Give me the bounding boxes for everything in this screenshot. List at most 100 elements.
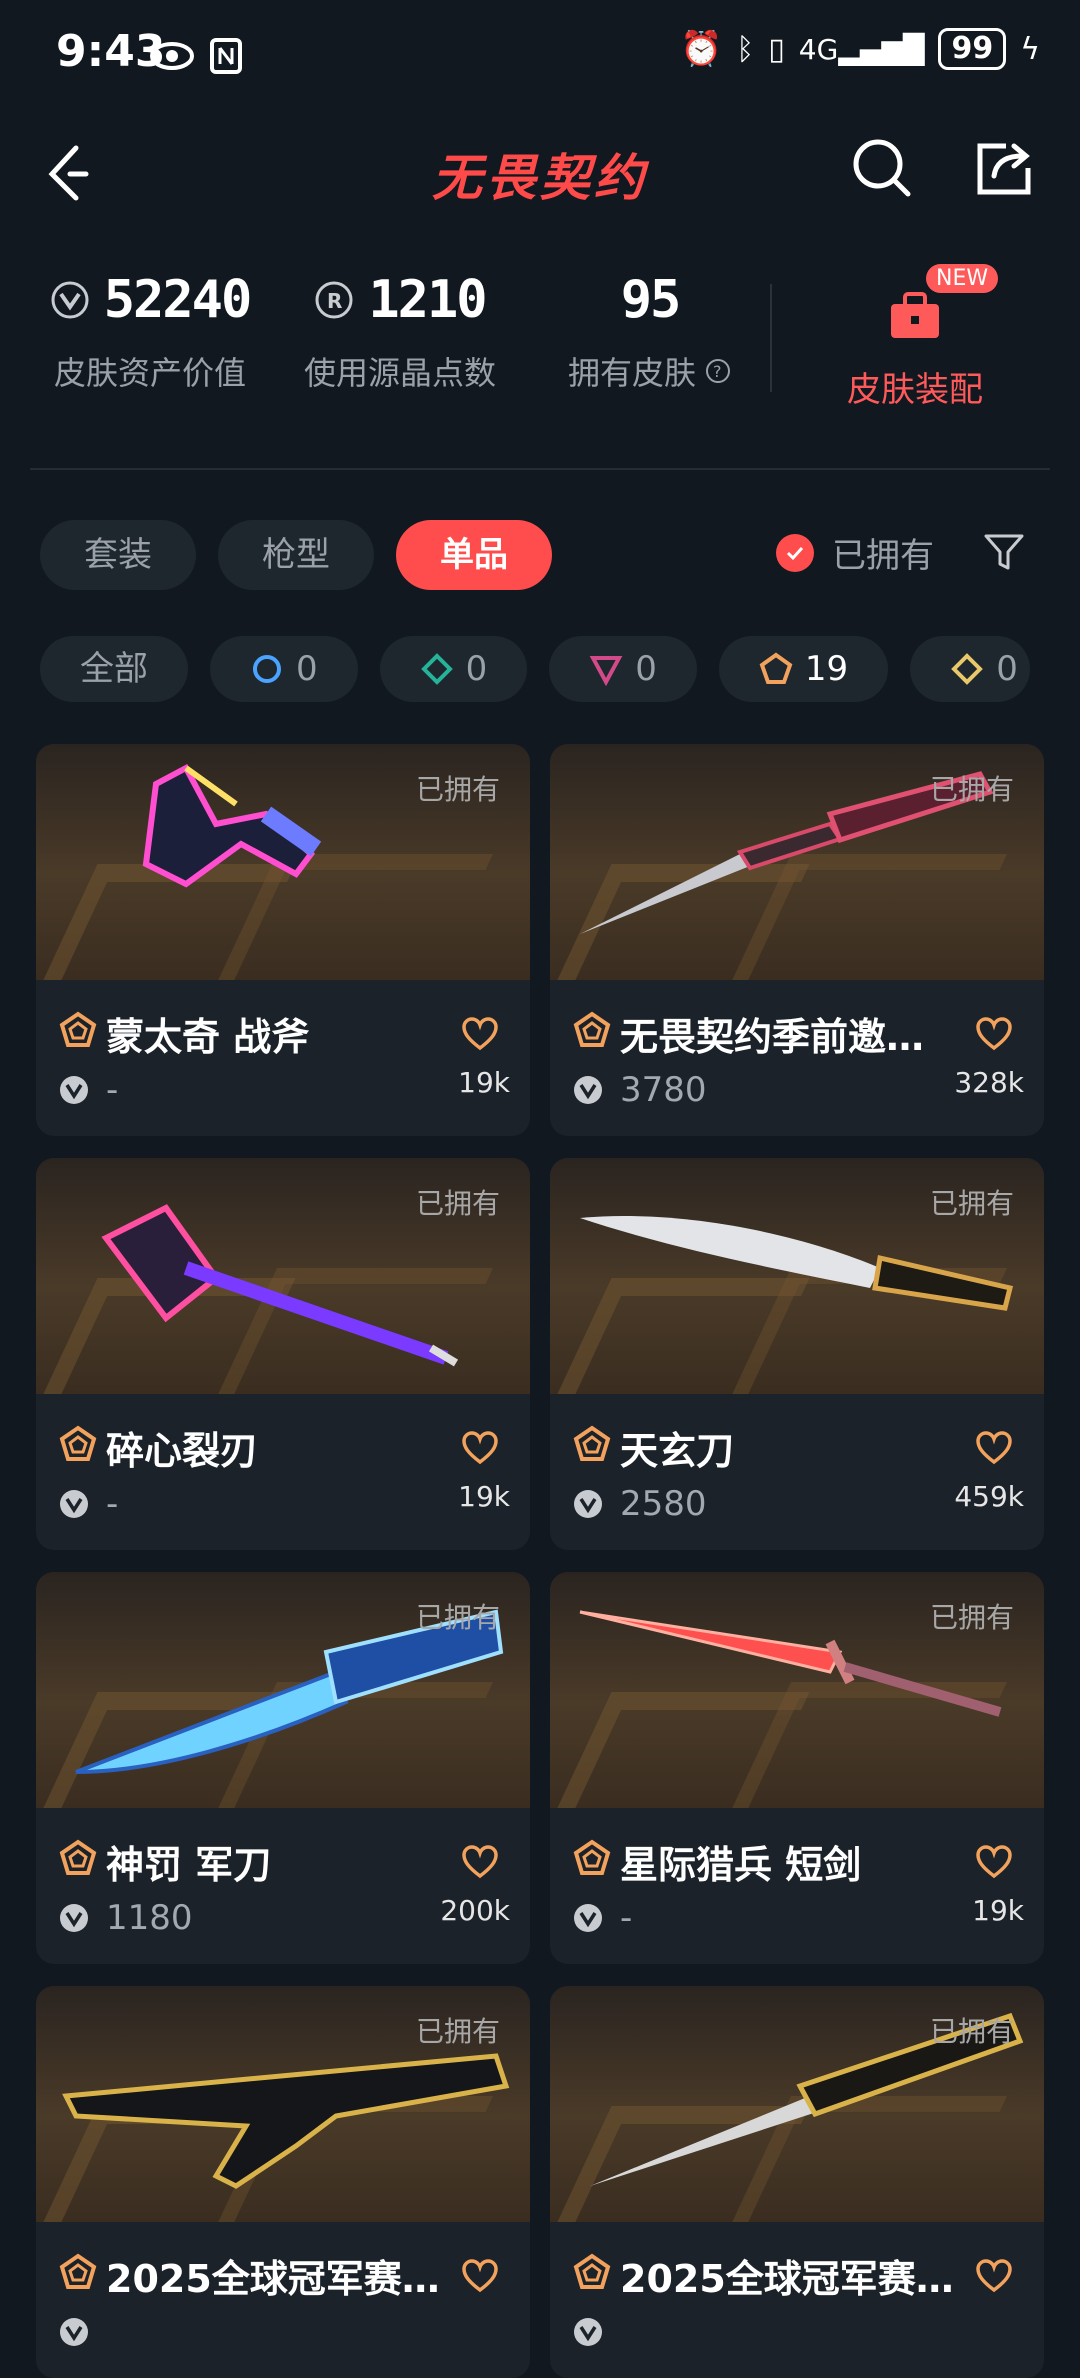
heart-icon[interactable]: [974, 2256, 1014, 2296]
exclusive-tier-icon: [59, 2253, 97, 2289]
owned-tag: 已拥有: [415, 1601, 500, 1634]
svg-text:?: ?: [713, 362, 722, 381]
stat-label: 拥有皮肤: [567, 354, 696, 392]
skin-name: 2025全球冠军赛 蝴蝶刀: [620, 2257, 960, 2301]
skin-image: 已拥有: [36, 1572, 530, 1808]
stat-value: 1210: [368, 270, 487, 330]
skin-card[interactable]: 已拥有 星际猎兵 短剑 - 19k: [550, 1572, 1044, 1964]
chip-ultra-tier[interactable]: 0: [910, 636, 1031, 702]
owned-tag: 已拥有: [415, 1187, 500, 1220]
toolbox-icon: [891, 292, 939, 338]
skin-name: 神罚 军刀: [106, 1843, 272, 1887]
battery-indicator: 99: [938, 28, 1007, 70]
heart-icon[interactable]: [974, 1842, 1014, 1882]
skin-name: 碎心裂刃: [106, 1429, 259, 1473]
chip-exclusive-tier[interactable]: 19: [718, 636, 889, 702]
skin-likes: 19k: [972, 1894, 1024, 1927]
skin-name: 天玄刀: [620, 1429, 735, 1473]
skin-price: 2580: [620, 1484, 707, 1524]
bluetooth-icon: ᛒ: [736, 31, 755, 67]
section-divider: [30, 468, 1050, 470]
owned-tag: 已拥有: [929, 773, 1014, 806]
chip-select-tier[interactable]: 0: [210, 636, 358, 702]
owned-tag: 已拥有: [415, 773, 500, 806]
owned-filter-toggle[interactable]: 已拥有: [776, 528, 934, 577]
premium-tier-icon: [589, 656, 623, 686]
skin-image: 已拥有: [36, 744, 530, 980]
skin-image: 已拥有: [550, 1158, 1044, 1394]
skin-card[interactable]: 已拥有 2025全球冠军赛 蝴蝶刀: [550, 1986, 1044, 2378]
app-header: 无畏契约: [0, 110, 1080, 230]
skin-likes: 19k: [458, 1480, 510, 1513]
heart-icon[interactable]: [460, 1842, 500, 1882]
tab-single-item[interactable]: 单品: [396, 520, 552, 590]
stat-owned-skins[interactable]: 95 拥有皮肤 ?: [550, 270, 750, 394]
vibrate-icon: ▯: [768, 31, 785, 67]
equip-label: 皮肤装配: [847, 370, 983, 410]
stat-value: 95: [620, 270, 682, 330]
skin-name: 无畏契约季前邀请赛 蝴蝶刀: [620, 1015, 960, 1059]
skin-equip-button[interactable]: NEW 皮肤装配: [830, 264, 1000, 411]
category-tabs: 套装 枪型 单品: [40, 520, 552, 590]
skin-card[interactable]: 已拥有 2025全球冠军赛 暴徒: [36, 1986, 530, 2378]
skin-card[interactable]: 已拥有 蒙太奇 战斧 - 19k: [36, 744, 530, 1136]
owned-tag: 已拥有: [929, 1601, 1014, 1634]
skin-card[interactable]: 已拥有 神罚 军刀 1180 200k: [36, 1572, 530, 1964]
skin-image: 已拥有: [550, 744, 1044, 980]
skin-price: -: [106, 1070, 119, 1110]
chip-all[interactable]: 全部: [40, 636, 188, 702]
vp-icon: [51, 281, 89, 319]
owned-tag: 已拥有: [929, 2015, 1014, 2048]
charging-icon: ϟ: [1020, 31, 1040, 67]
skin-price: 1180: [106, 1898, 193, 1938]
skin-image: 已拥有: [36, 1986, 530, 2222]
ultra-tier-icon: [951, 653, 984, 685]
exclusive-tier-icon: [59, 1011, 97, 1047]
chip-premium-tier[interactable]: 0: [549, 636, 697, 702]
chip-count: 0: [996, 649, 1018, 689]
help-icon[interactable]: ?: [704, 357, 732, 385]
stat-value: 52240: [103, 270, 253, 330]
share-icon[interactable]: [972, 136, 1036, 200]
skin-card[interactable]: 已拥有 无畏契约季前邀请赛 蝴蝶刀 3780 328k: [550, 744, 1044, 1136]
owned-tag: 已拥有: [929, 1187, 1014, 1220]
tab-gun-type[interactable]: 枪型: [218, 520, 374, 590]
skin-likes: 200k: [440, 1894, 510, 1927]
heart-icon[interactable]: [460, 1428, 500, 1468]
vp-icon: [60, 1904, 88, 1932]
skin-card[interactable]: 已拥有 碎心裂刃 - 19k: [36, 1158, 530, 1550]
filter-icon[interactable]: [982, 530, 1026, 574]
exclusive-tier-icon: [59, 1425, 97, 1461]
checkbox-checked-icon[interactable]: [776, 533, 814, 572]
stat-radianite: R 1210 使用源晶点数: [290, 270, 510, 394]
vp-icon: [574, 1904, 602, 1932]
skin-name: 蒙太奇 战斧: [106, 1015, 310, 1059]
stat-asset-value: 52240 皮肤资产价值: [40, 270, 260, 394]
skin-image: 已拥有: [550, 1986, 1044, 2222]
heart-icon[interactable]: [974, 1428, 1014, 1468]
skin-card[interactable]: 已拥有 天玄刀 2580 459k: [550, 1158, 1044, 1550]
heart-icon[interactable]: [460, 2256, 500, 2296]
chip-count: 0: [465, 649, 488, 689]
skin-likes: 459k: [954, 1480, 1024, 1513]
chip-count: 0: [296, 649, 318, 689]
signal-icon: 4G▂▄▆█: [798, 32, 925, 66]
status-right-icons: ⏰ ᛒ ▯ 4G▂▄▆█ 99 ϟ: [680, 28, 1040, 70]
vp-icon: [574, 2318, 602, 2346]
exclusive-tier-icon: [573, 1011, 611, 1047]
deluxe-tier-icon: [420, 653, 453, 685]
status-bar: 9:43 ⏰ ᛒ ▯ 4G▂▄▆█ 99 ϟ: [0, 0, 1080, 110]
vp-icon: [60, 2318, 88, 2346]
exclusive-tier-icon: [573, 2253, 611, 2289]
heart-icon[interactable]: [974, 1014, 1014, 1054]
skin-image: 已拥有: [36, 1158, 530, 1394]
tab-set[interactable]: 套装: [40, 520, 196, 590]
heart-icon[interactable]: [460, 1014, 500, 1054]
chip-deluxe-tier[interactable]: 0: [379, 636, 528, 702]
owned-filter-label: 已拥有: [832, 536, 934, 576]
vp-icon: [60, 1490, 88, 1518]
alarm-icon: ⏰: [679, 29, 723, 69]
svg-text:R: R: [327, 289, 342, 313]
page-title: 无畏契约: [432, 149, 648, 207]
search-icon[interactable]: [850, 136, 914, 200]
